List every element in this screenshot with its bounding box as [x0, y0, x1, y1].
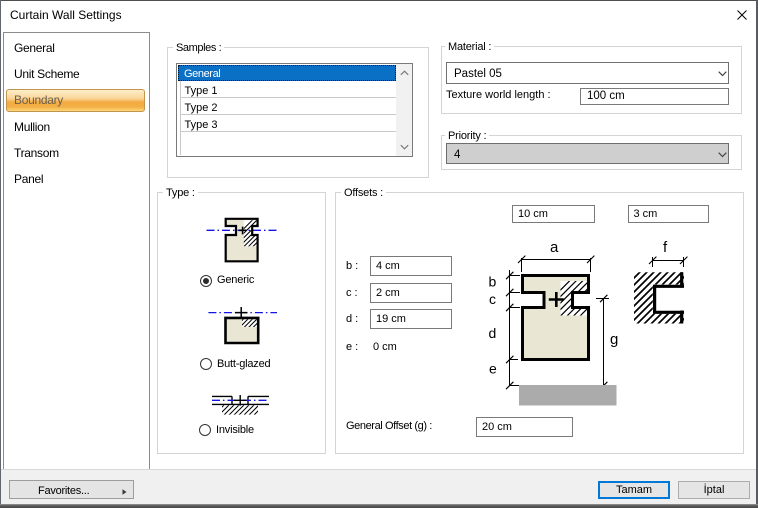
svg-text:c: c [489, 291, 496, 307]
svg-text:f: f [663, 239, 668, 256]
svg-text:a: a [550, 239, 559, 256]
svg-text:g: g [610, 331, 618, 348]
svg-text:e: e [489, 361, 497, 377]
svg-text:b: b [489, 274, 497, 290]
svg-text:d: d [489, 325, 497, 341]
